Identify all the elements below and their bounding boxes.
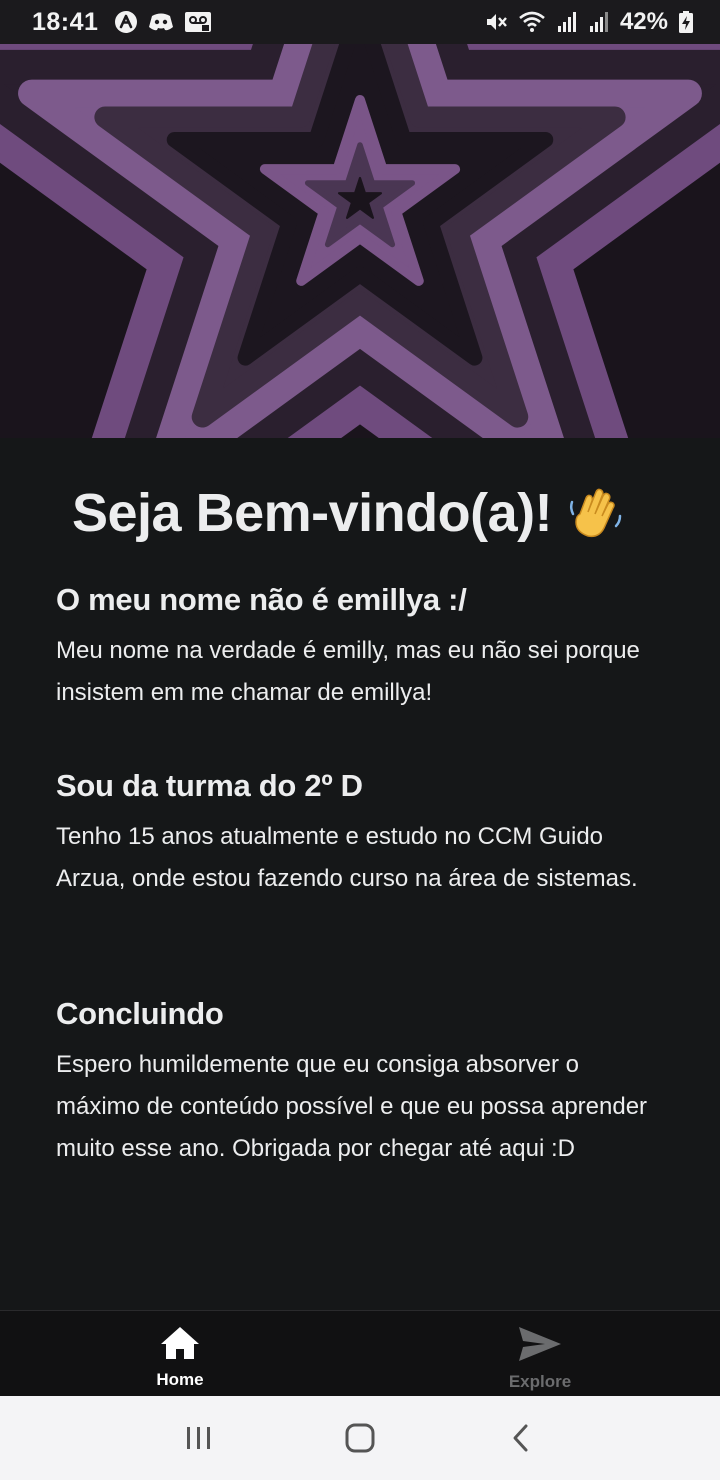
back-icon — [513, 1424, 528, 1452]
discord-icon — [148, 11, 174, 33]
wifi-icon — [518, 10, 546, 34]
section-conclusion: Concluindo Espero humildemente que eu co… — [56, 996, 666, 1170]
battery-percent: 42% — [619, 8, 668, 35]
voicemail-icon — [184, 10, 212, 34]
section-heading: Sou da turma do 2º D — [56, 768, 363, 803]
waving-hand-icon — [566, 484, 624, 542]
tab-label: Explore — [508, 1372, 572, 1391]
signal-icon — [556, 11, 578, 33]
system-nav-bar — [0, 1396, 720, 1480]
section-body: Meu nome na verdade é emilly, mas eu não… — [56, 637, 640, 706]
recents-button[interactable] — [169, 1408, 229, 1468]
home-nav-icon — [345, 1423, 375, 1453]
welcome-title: Seja Bem-vindo(a)! — [72, 483, 553, 543]
section-heading: Concluindo — [56, 996, 224, 1031]
signal-icon-2 — [588, 11, 610, 33]
home-icon — [159, 1325, 201, 1366]
stars-illustration — [0, 0, 720, 438]
status-time: 18:41 — [32, 7, 99, 36]
welcome-container: Seja Bem-vindo(a)! — [72, 482, 624, 544]
section-body: Espero humildemente que eu consiga absor… — [56, 1051, 648, 1162]
paper-plane-icon — [517, 1325, 563, 1368]
section-name: O meu nome não é emillya :/ Meu nome na … — [56, 582, 666, 714]
tab-label: Home — [156, 1370, 204, 1389]
back-button[interactable] — [491, 1408, 551, 1468]
bottom-tab-bar: Home Explore — [0, 1310, 720, 1396]
home-button[interactable] — [330, 1408, 390, 1468]
status-bar: 18:41 42% — [0, 0, 720, 44]
section-body: Tenho 15 anos atualmente e estudo no CCM… — [56, 823, 638, 892]
tab-explore[interactable]: Explore — [360, 1311, 720, 1397]
section-class: Sou da turma do 2º D Tenho 15 anos atual… — [56, 768, 666, 900]
header-image — [0, 0, 720, 438]
tab-home[interactable]: Home — [0, 1311, 360, 1397]
mute-icon — [484, 10, 508, 34]
app-a-icon — [114, 10, 138, 34]
section-heading: O meu nome não é emillya :/ — [56, 582, 467, 617]
battery-charging-icon — [678, 10, 694, 34]
recents-icon — [186, 1427, 210, 1449]
